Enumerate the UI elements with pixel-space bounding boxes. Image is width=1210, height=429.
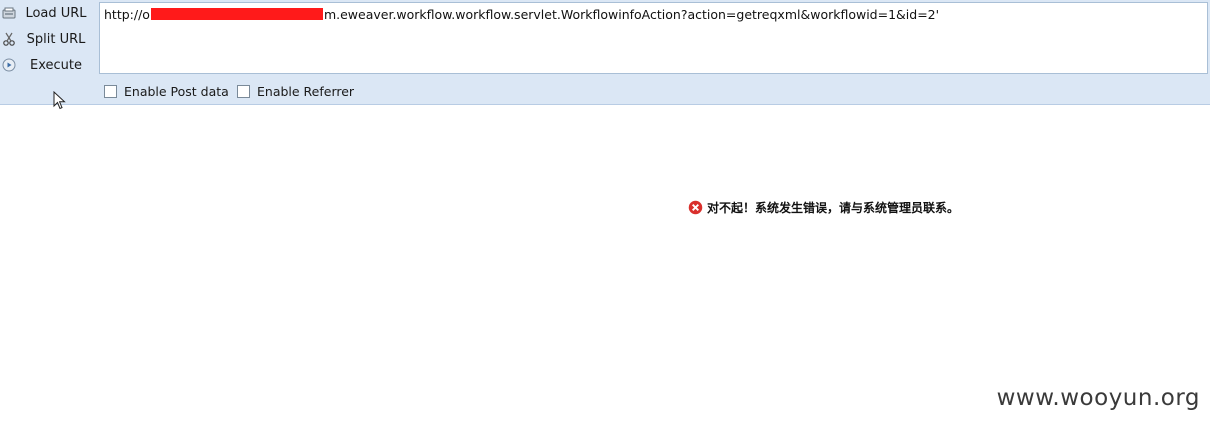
url-text-suffix: m.eweaver.workflow.workflow.servlet.Work…: [323, 7, 940, 22]
mouse-cursor-icon: [53, 91, 66, 110]
enable-post-data-label: Enable Post data: [124, 84, 229, 99]
error-icon: [688, 200, 703, 215]
enable-post-data-box[interactable]: [104, 85, 117, 98]
enable-post-data-checkbox[interactable]: Enable Post data: [104, 84, 229, 99]
execute-button[interactable]: Execute: [0, 54, 99, 78]
error-message: 对不起！系统发生错误，请与系统管理员联系。: [688, 199, 959, 216]
enable-referrer-checkbox[interactable]: Enable Referrer: [237, 84, 354, 99]
watermark: www.wooyun.org: [996, 385, 1200, 411]
redaction-bar: [150, 8, 323, 20]
url-text-prefix: http://o: [104, 7, 150, 22]
url-textarea[interactable]: http://o m.eweaver.workflow.workflow.serv…: [99, 2, 1208, 74]
split-url-label: Split URL: [26, 32, 86, 47]
enable-referrer-box[interactable]: [237, 85, 250, 98]
execute-label: Execute: [30, 58, 82, 73]
load-url-label: Load URL: [25, 6, 87, 21]
split-url-button[interactable]: Split URL: [0, 28, 99, 52]
enable-referrer-label: Enable Referrer: [257, 84, 355, 99]
error-message-text: 对不起！系统发生错误，请与系统管理员联系。: [707, 201, 960, 215]
hackbar-toolbar: Load URL Split URL Execute http://o m.ewe…: [0, 0, 1210, 110]
load-url-button[interactable]: Load URL: [0, 2, 99, 26]
